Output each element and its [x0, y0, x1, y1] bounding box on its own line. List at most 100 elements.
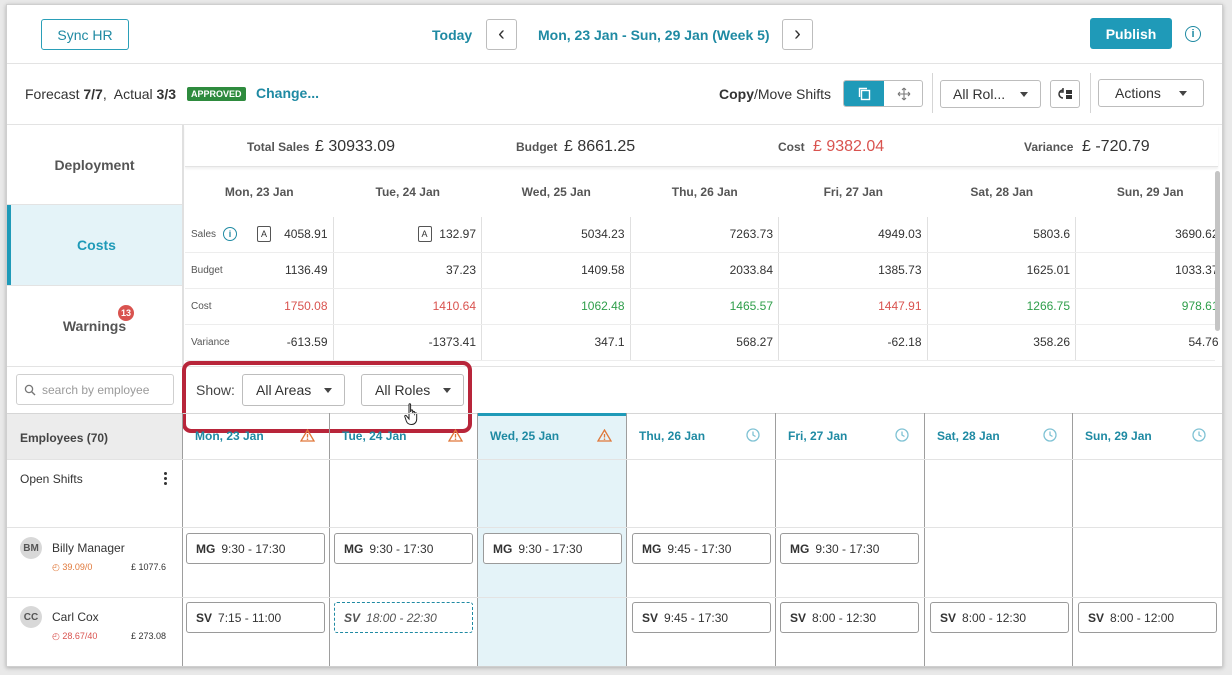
variance-label: Variance: [1024, 140, 1074, 154]
employee-name[interactable]: Carl Cox: [52, 610, 99, 624]
sync-hr-button[interactable]: Sync HR: [41, 19, 129, 50]
costs-cell: 1750.08: [284, 299, 328, 313]
roster-day-label: Fri, 27 Jan: [788, 429, 848, 443]
more-vertical-icon[interactable]: [164, 472, 168, 486]
copy-move-toggle: [843, 80, 923, 107]
column-divider: [924, 413, 925, 666]
costs-cell: 4949.03: [878, 227, 922, 241]
costs-cell: 5034.23: [581, 227, 625, 241]
costs-cell: 1447.91: [878, 299, 922, 313]
copy-mode-button[interactable]: [844, 81, 884, 106]
forecast-summary: Forecast 7/7, Actual 3/3: [25, 86, 177, 102]
total-sales-value: £ 30933.09: [315, 138, 396, 155]
today-link[interactable]: Today: [432, 27, 472, 43]
shift-time: 9:45 - 17:30: [667, 541, 732, 556]
shift-role: MG: [790, 541, 810, 556]
roster-day-header[interactable]: Wed, 25 Jan: [478, 413, 627, 459]
costs-day-header: Mon, 23 Jan: [224, 185, 294, 199]
actual-marker-badge: A: [417, 226, 432, 242]
divider: [7, 459, 1222, 460]
shift-card[interactable]: MG 9:30 - 17:30: [334, 533, 473, 564]
costs-cell: 1625.01: [1026, 263, 1070, 277]
shift-role: MG: [196, 541, 216, 556]
previous-week-button[interactable]: ‹: [486, 19, 517, 50]
costs-cell: 347.1: [594, 335, 625, 349]
move-mode-button[interactable]: [884, 81, 922, 106]
costs-cell: -613.59: [286, 335, 328, 349]
divider: [7, 597, 1222, 598]
column-divider: [329, 413, 330, 666]
divider: [932, 73, 933, 113]
shift-time: 9:30 - 17:30: [815, 541, 880, 556]
tab-deployment[interactable]: Deployment: [7, 125, 182, 204]
tab-warnings[interactable]: Warnings 13: [7, 286, 182, 366]
publish-button[interactable]: Publish: [1090, 18, 1172, 49]
clock-icon: [1192, 428, 1206, 445]
costs-cell: -1373.41: [428, 335, 476, 349]
roster-day-header[interactable]: Thu, 26 Jan: [627, 413, 776, 459]
costs-day-header: Sun, 29 Jan: [1116, 185, 1184, 199]
clock-icon: [1043, 428, 1057, 445]
costs-cell: 3690.62: [1175, 227, 1219, 241]
costs-table: Mon, 23 Jan Tue, 24 Jan Wed, 25 Jan Thu, 26…: [185, 168, 1219, 363]
shift-card[interactable]: MG 9:45 - 17:30: [632, 533, 771, 564]
shift-card[interactable]: SV 8:00 - 12:30: [930, 602, 1069, 633]
costs-cell: 2033.84: [729, 263, 773, 277]
costs-cell: 1033.37: [1175, 263, 1219, 277]
shift-card[interactable]: SV 18:00 - 22:30: [334, 602, 473, 633]
refresh-layout-icon: [1058, 88, 1072, 99]
shift-card[interactable]: SV 7:15 - 11:00: [186, 602, 325, 633]
roles-select-toolbar[interactable]: All Rol...: [940, 80, 1041, 108]
roster-day-label: Wed, 25 Jan: [490, 429, 560, 443]
roster-day-header[interactable]: Mon, 23 Jan: [183, 413, 330, 459]
shift-role: SV: [344, 610, 361, 625]
shift-card[interactable]: SV 8:00 - 12:00: [1078, 602, 1217, 633]
actions-button[interactable]: Actions: [1098, 79, 1204, 107]
costs-cell: 1465.57: [729, 299, 773, 313]
tab-costs[interactable]: Costs: [7, 205, 182, 285]
search-icon: [24, 384, 36, 395]
roster-day-header[interactable]: Sun, 29 Jan: [1073, 413, 1222, 459]
shift-role: SV: [1088, 610, 1105, 625]
shift-card[interactable]: SV 8:00 - 12:30: [780, 602, 919, 633]
move-icon: [897, 87, 911, 100]
next-week-button[interactable]: ›: [782, 19, 813, 50]
costs-cell: 1266.75: [1026, 299, 1070, 313]
column-divider: [182, 413, 183, 666]
cost-value: £ 9382.04: [813, 138, 885, 155]
week-range-label: Mon, 23 Jan - Sun, 29 Jan (Week 5): [538, 27, 770, 43]
warnings-count-badge: 13: [118, 305, 134, 321]
shift-role: MG: [493, 541, 513, 556]
row-divider: [185, 252, 1215, 253]
shift-time: 7:15 - 11:00: [218, 610, 282, 625]
costs-cell: 54.76: [1188, 335, 1219, 349]
change-link[interactable]: Change...: [256, 85, 319, 101]
info-icon[interactable]: i: [1185, 26, 1201, 42]
costs-cell: 37.23: [445, 263, 476, 277]
warning-icon: [447, 428, 464, 445]
actual-marker-badge: A: [257, 226, 271, 242]
row-divider: [185, 288, 1215, 289]
divider: [7, 63, 1222, 64]
auto-schedule-button[interactable]: [1050, 80, 1080, 108]
roster-day-header[interactable]: Fri, 27 Jan: [776, 413, 925, 459]
roster-day-header[interactable]: Sat, 28 Jan: [925, 413, 1073, 459]
chevron-right-icon: ›: [794, 23, 801, 45]
shift-time: 9:30 - 17:30: [221, 541, 286, 556]
cost-label: Cost: [778, 140, 805, 154]
shift-card[interactable]: MG 9:30 - 17:30: [186, 533, 325, 564]
shift-card[interactable]: SV 9:45 - 17:30: [632, 602, 771, 633]
costs-day-header: Sat, 28 Jan: [970, 185, 1034, 199]
shift-card[interactable]: MG 9:30 - 17:30: [483, 533, 622, 564]
costs-scrollbar[interactable]: [1215, 171, 1220, 331]
shift-card[interactable]: MG 9:30 - 17:30: [780, 533, 919, 564]
shift-role: SV: [642, 610, 659, 625]
shift-role: SV: [940, 610, 957, 625]
costs-cell: 568.27: [736, 335, 773, 349]
clock-icon: [746, 428, 760, 445]
search-input[interactable]: search by employee: [16, 374, 174, 405]
employee-name[interactable]: Billy Manager: [52, 541, 125, 555]
warning-icon: [596, 428, 613, 445]
costs-cell: 1410.64: [432, 299, 476, 313]
roster-day-header[interactable]: Tue, 24 Jan: [330, 413, 478, 459]
